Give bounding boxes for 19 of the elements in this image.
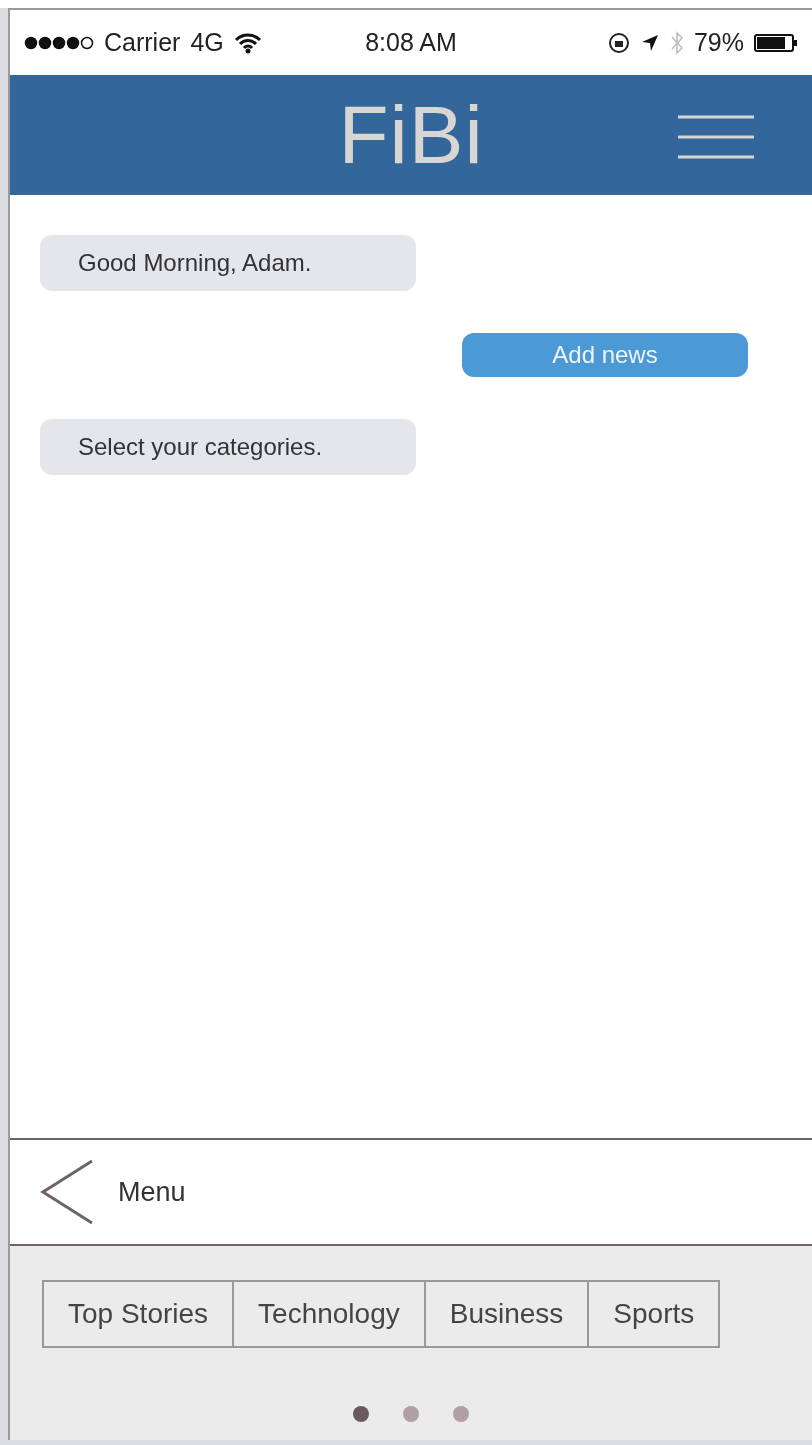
rotation-lock-icon [607,31,630,54]
menu-icon[interactable] [678,115,754,159]
battery-icon [754,32,798,53]
page-dot[interactable] [403,1406,419,1422]
menu-label[interactable]: Menu [118,1176,186,1208]
back-chevron-icon[interactable] [40,1159,94,1225]
battery-percent: 79% [693,28,744,57]
app-title: FiBi [338,88,484,182]
clock-time: 8:08 AM [365,28,457,56]
received-message: Good Morning, Adam. [40,235,416,291]
network-type: 4G [190,28,224,57]
bluetooth-icon [669,29,684,56]
received-message: Select your categories. [40,419,416,475]
page-dot[interactable] [353,1406,369,1422]
page-dot[interactable] [453,1406,469,1422]
signal-icon [24,35,94,50]
sent-message: Add news [462,333,748,377]
carrier-name: Carrier [104,28,181,57]
wifi-icon [233,31,262,54]
